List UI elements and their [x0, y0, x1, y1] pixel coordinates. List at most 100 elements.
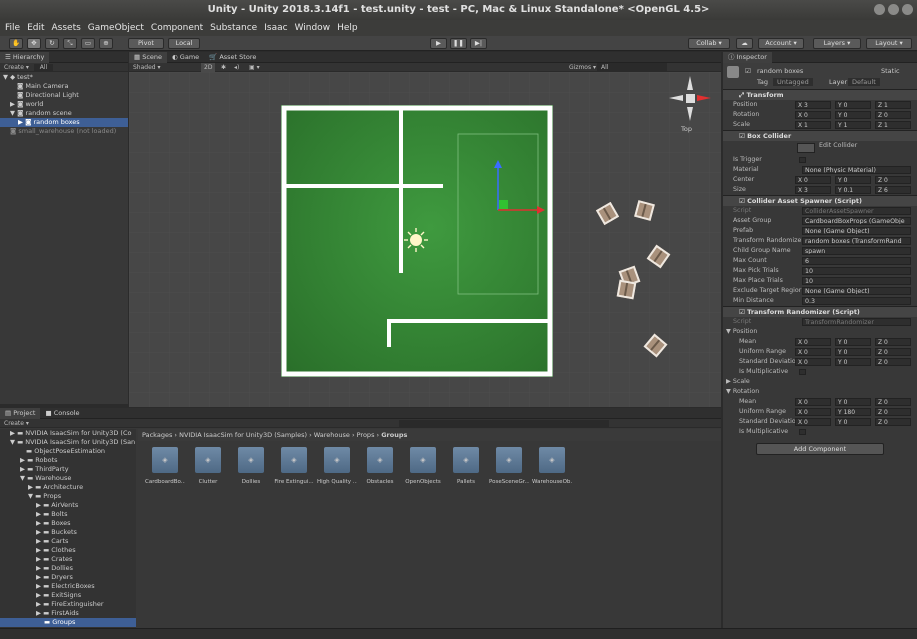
menu-isaac[interactable]: Isaac [264, 23, 287, 33]
scale-tool-button[interactable]: ⤡ [63, 38, 77, 49]
list-item[interactable]: ▶ ▬ FireExtinguisher [0, 600, 136, 609]
maximize-button[interactable] [888, 4, 899, 15]
scene-root[interactable]: ▼ ◆ test* [0, 73, 128, 82]
z-field[interactable]: Z 0 [875, 111, 911, 119]
menu-file[interactable]: File [5, 23, 20, 33]
breadcrumb-item[interactable]: NVIDIA IsaacSim for Unity3D (Samples) [179, 431, 307, 439]
y-field[interactable]: Y 180 [835, 408, 871, 416]
breadcrumb-item[interactable]: Props [357, 431, 375, 439]
pivot-button[interactable]: Pivot [128, 38, 164, 49]
shading-dropdown[interactable]: Shaded [133, 64, 156, 71]
list-item[interactable]: ▶ ▬ Carts [0, 537, 136, 546]
min-distance-field[interactable]: 0.3 [802, 297, 911, 305]
asset-group-field[interactable]: CardboardBoxProps (GameObje [802, 217, 911, 225]
scene-viewport[interactable]: Top [129, 72, 721, 407]
list-item[interactable]: ▶ ◙ world [0, 100, 128, 109]
list-item[interactable]: ▼ ▬ Props [0, 492, 136, 501]
active-checkbox[interactable]: ☑ [745, 67, 751, 75]
move-tool-button[interactable]: ✥ [27, 38, 41, 49]
minimize-button[interactable] [874, 4, 885, 15]
list-item[interactable]: ▬ ObjectPoseEstimation [0, 447, 136, 456]
asset-item[interactable]: ◈ High Quality ... [317, 447, 357, 485]
tab-hierarchy[interactable]: ☰ Hierarchy [0, 51, 50, 63]
max-count-field[interactable]: 6 [802, 257, 911, 265]
menu-window[interactable]: Window [295, 23, 331, 33]
z-field[interactable]: Z 0 [875, 418, 911, 426]
transform-tool-button[interactable]: ⊕ [99, 38, 113, 49]
position-foldout[interactable]: ▼ Position [723, 327, 917, 337]
list-item[interactable]: ▶ ◙ random boxes [0, 118, 128, 127]
project-search-input[interactable] [398, 420, 609, 427]
list-item[interactable]: ▶ ▬ Dollies [0, 564, 136, 573]
list-item[interactable]: ▶ ▬ Clothes [0, 546, 136, 555]
list-item[interactable]: ▶ ▬ Boxes [0, 519, 136, 528]
max-place-field[interactable]: 10 [802, 277, 911, 285]
lighting-toggle-icon[interactable]: ✱ [221, 63, 226, 72]
list-item[interactable]: ▶ ▬ ElectricBoxes [0, 582, 136, 591]
list-item[interactable]: ▶ ▬ Crates [0, 555, 136, 564]
local-button[interactable]: Local [168, 38, 200, 49]
tab-inspector[interactable]: ⓘ Inspector [723, 52, 772, 63]
audio-toggle-icon[interactable]: ◂) [234, 63, 239, 72]
tab-console[interactable]: ■ Console [40, 408, 84, 419]
object-name-field[interactable]: random boxes [757, 67, 803, 75]
tab-asset-store[interactable]: 🛒 Asset Store [204, 52, 261, 63]
z-field[interactable]: Z 1 [875, 121, 911, 129]
x-field[interactable]: X 3 [795, 186, 831, 194]
hierarchy-create-button[interactable]: Create [4, 64, 24, 71]
account-dropdown[interactable]: Account ▾ [758, 38, 804, 49]
z-field[interactable]: Z 1 [875, 101, 911, 109]
child-group-field[interactable]: spawn [802, 247, 911, 255]
exclude-region-field[interactable]: None (Game Object) [802, 287, 911, 295]
list-item[interactable]: ▶ ▬ Bolts [0, 510, 136, 519]
z-field[interactable]: Z 0 [875, 398, 911, 406]
pause-button[interactable]: ❚❚ [450, 38, 467, 49]
add-component-button[interactable]: Add Component [756, 443, 884, 455]
tab-scene[interactable]: ▦ Scene [129, 51, 168, 63]
material-field[interactable]: None (Physic Material) [802, 166, 911, 174]
x-field[interactable]: X 0 [795, 338, 831, 346]
layers-dropdown[interactable]: Layers ▾ [813, 38, 861, 49]
list-item[interactable]: ▼ ▬ Warehouse [0, 474, 136, 483]
z-field[interactable]: Z 0 [875, 338, 911, 346]
y-field[interactable]: Y 0 [835, 111, 871, 119]
rotate-tool-button[interactable]: ↻ [45, 38, 59, 49]
list-item[interactable]: ▶ ▬ AirVents [0, 501, 136, 510]
multiplicative-checkbox[interactable] [799, 429, 806, 435]
y-field[interactable]: Y 0 [835, 398, 871, 406]
box-collider-header[interactable]: ☑ Box Collider [723, 130, 917, 141]
collab-dropdown[interactable]: Collab ▾ [688, 38, 730, 49]
z-field[interactable]: Z 0 [875, 176, 911, 184]
project-create-button[interactable]: Create [4, 420, 24, 427]
list-item[interactable]: ◙ Main Camera [0, 82, 128, 91]
step-button[interactable]: ▶| [470, 38, 487, 49]
2d-toggle[interactable]: 2D [201, 63, 216, 72]
y-field[interactable]: Y 0 [835, 101, 871, 109]
layout-dropdown[interactable]: Layout ▾ [866, 38, 912, 49]
hand-tool-button[interactable]: ✋ [9, 38, 23, 49]
menu-substance[interactable]: Substance [210, 23, 257, 33]
asset-item[interactable]: ◈ Dollies [231, 447, 271, 485]
static-toggle[interactable]: Static [881, 67, 900, 75]
list-item[interactable]: ▶ ▬ NVIDIA IsaacSim for Unity3D (Co [0, 429, 136, 438]
y-field[interactable]: Y 0.1 [835, 186, 871, 194]
asset-item[interactable]: ◈ CardboardBo... [145, 447, 185, 485]
list-item[interactable]: ▬ Groups [0, 618, 136, 627]
list-item[interactable]: ▼ ◙ random scene [0, 109, 128, 118]
asset-item[interactable]: ◈ Clutter [188, 447, 228, 485]
asset-item[interactable]: ◈ PoseSceneGr... [489, 447, 529, 485]
x-field[interactable]: X 0 [795, 408, 831, 416]
list-item[interactable]: ▶ ▬ Buckets [0, 528, 136, 537]
menu-gameobject[interactable]: GameObject [88, 23, 144, 33]
prefab-field[interactable]: None (Game Object) [802, 227, 911, 235]
y-field[interactable]: Y 0 [835, 176, 871, 184]
hierarchy-search-input[interactable]: All [33, 64, 54, 71]
y-field[interactable]: Y 0 [835, 418, 871, 426]
list-item[interactable]: ▶ ▬ Dryers [0, 573, 136, 582]
z-field[interactable]: Z 6 [875, 186, 911, 194]
rect-tool-button[interactable]: ▭ [81, 38, 95, 49]
list-item[interactable]: ▶ ▬ Architecture [0, 483, 136, 492]
y-field[interactable]: Y 0 [835, 358, 871, 366]
asset-item[interactable]: ◈ WarehouseOb... [532, 447, 572, 485]
tab-game[interactable]: ◐ Game [167, 52, 204, 63]
